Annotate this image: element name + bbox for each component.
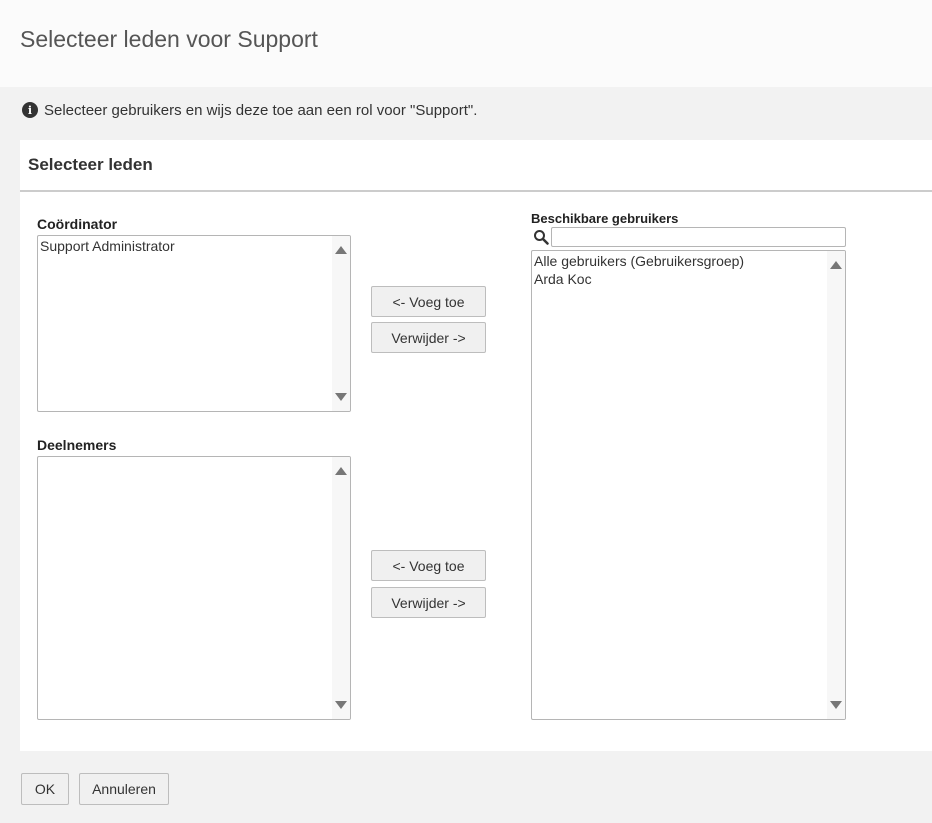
coordinator-listbox[interactable]: Support Administrator [37,235,351,412]
info-text: Selecteer gebruikers en wijs deze toe aa… [44,101,478,119]
coordinator-remove-button[interactable]: Verwijder -> [371,322,486,353]
scroll-up-icon[interactable] [335,246,347,254]
scroll-down-icon[interactable] [335,701,347,709]
participants-scrollbar[interactable] [332,457,350,719]
participants-add-button[interactable]: <- Voeg toe [371,550,486,581]
participants-listbox[interactable] [37,456,351,720]
ok-button[interactable]: OK [21,773,69,805]
info-icon: i [22,102,38,118]
dialog-title: Selecteer leden voor Support [20,26,318,52]
available-scrollbar[interactable] [827,251,845,719]
list-item[interactable]: Support Administrator [40,237,348,255]
participants-label: Deelnemers [37,437,117,453]
coordinator-add-button[interactable]: <- Voeg toe [371,286,486,317]
available-search [531,227,847,247]
coordinator-label: Coördinator [37,216,118,232]
available-users-listbox[interactable]: Alle gebruikers (Gebruikersgroep) Arda Ko… [531,250,846,720]
search-icon [534,230,549,245]
coordinator-scrollbar[interactable] [332,236,350,411]
scroll-down-icon[interactable] [335,393,347,401]
panel-divider [20,190,932,192]
members-panel: Selecteer leden Coördinator Support Admi… [20,140,932,751]
participants-remove-button[interactable]: Verwijder -> [371,587,486,618]
scroll-up-icon[interactable] [830,261,842,269]
dialog-header: Selecteer leden voor Support [0,0,932,87]
list-item[interactable]: Alle gebruikers (Gebruikersgroep) [534,252,843,270]
panel-title: Selecteer leden [28,155,153,174]
available-users-label: Beschikbare gebruikers [531,211,679,226]
scroll-down-icon[interactable] [830,701,842,709]
cancel-button[interactable]: Annuleren [79,773,169,805]
info-bar: i Selecteer gebruikers en wijs deze toe … [22,100,477,120]
scroll-up-icon[interactable] [335,467,347,475]
list-item[interactable]: Arda Koc [534,270,843,288]
available-search-input[interactable] [551,227,846,247]
